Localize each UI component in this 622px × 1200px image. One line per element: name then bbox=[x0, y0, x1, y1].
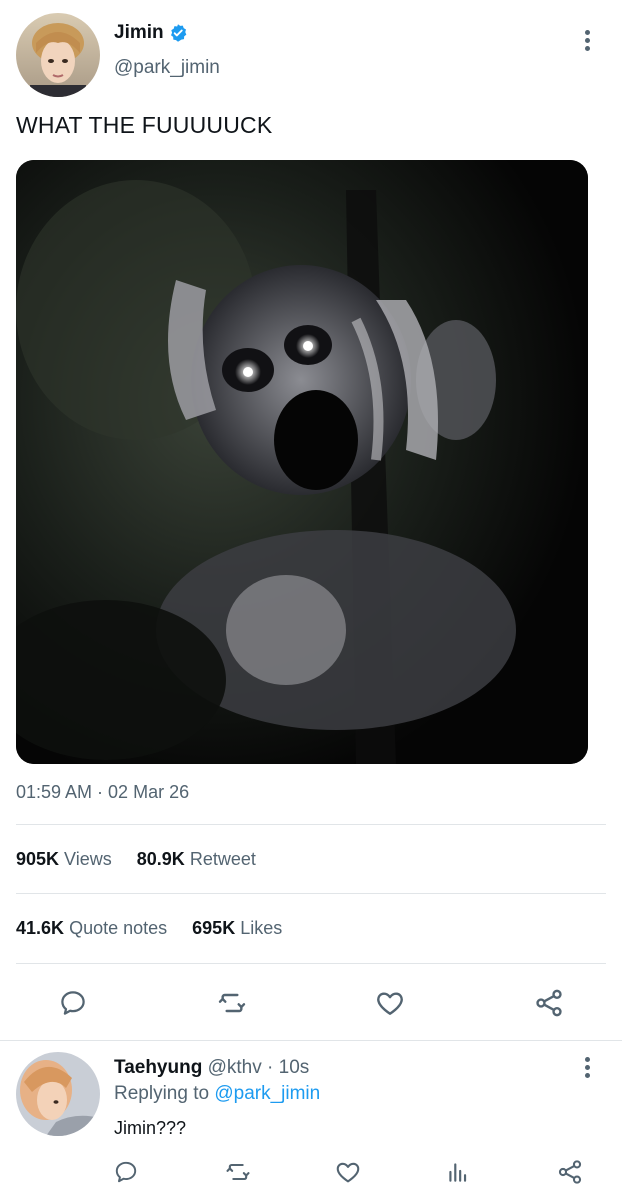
divider bbox=[16, 824, 606, 825]
divider bbox=[16, 893, 606, 894]
reply-share-button[interactable] bbox=[552, 1154, 588, 1190]
quotes-stat[interactable]: 41.6K Quote notes bbox=[16, 918, 167, 939]
share-button[interactable] bbox=[531, 985, 567, 1021]
speech-bubble-icon bbox=[61, 991, 85, 1015]
reply-like-button[interactable] bbox=[330, 1154, 366, 1190]
share-icon bbox=[536, 989, 562, 1017]
divider bbox=[16, 963, 606, 964]
reply-author-name[interactable]: Taehyung bbox=[114, 1057, 202, 1078]
verified-badge-icon bbox=[168, 23, 188, 43]
views-stat[interactable]: 905K Views bbox=[16, 849, 112, 870]
reply-header: Taehyung @kthv · 10s bbox=[114, 1057, 309, 1079]
likes-stat[interactable]: 695K Likes bbox=[192, 918, 282, 939]
replying-to: Replying to @park_jimin bbox=[114, 1083, 321, 1104]
share-icon bbox=[558, 1160, 582, 1184]
retweet-icon bbox=[226, 1163, 250, 1181]
reply-retweet-button[interactable] bbox=[220, 1154, 256, 1190]
reply-author-avatar[interactable] bbox=[16, 1052, 100, 1136]
like-button[interactable] bbox=[372, 985, 408, 1021]
more-vertical-icon[interactable] bbox=[585, 1057, 591, 1081]
reply-time[interactable]: · 10s bbox=[267, 1057, 309, 1078]
author-name[interactable]: Jimin bbox=[114, 22, 164, 44]
tweet-text: WHAT THE FUUUUUCK bbox=[16, 112, 273, 138]
tweet-media-image[interactable] bbox=[16, 160, 588, 764]
replying-to-handle[interactable]: @park_jimin bbox=[214, 1083, 320, 1104]
retweet-button[interactable] bbox=[214, 985, 250, 1021]
heart-icon bbox=[336, 1162, 360, 1183]
reply-analytics-button[interactable] bbox=[440, 1154, 476, 1190]
reply-button[interactable] bbox=[55, 985, 91, 1021]
reply-reply-button[interactable] bbox=[108, 1154, 144, 1190]
retweets-stat[interactable]: 80.9K Retweet bbox=[137, 849, 256, 870]
speech-bubble-icon bbox=[115, 1161, 137, 1183]
author-avatar[interactable] bbox=[16, 13, 100, 97]
bar-chart-icon bbox=[449, 1163, 467, 1182]
stats-row-1: 905K Views 80.9K Retweet bbox=[16, 849, 276, 870]
stats-row-2: 41.6K Quote notes 695K Likes bbox=[16, 918, 302, 939]
author-name-row: Jimin bbox=[114, 22, 188, 44]
author-handle[interactable]: @park_jimin bbox=[114, 57, 220, 79]
tweet-timestamp[interactable]: 01:59 AM · 02 Mar 26 bbox=[16, 782, 189, 803]
reply-author-handle[interactable]: @kthv bbox=[208, 1057, 262, 1078]
reply-text: Jimin??? bbox=[114, 1118, 187, 1138]
retweet-icon bbox=[218, 993, 246, 1013]
divider bbox=[0, 1040, 622, 1041]
more-vertical-icon[interactable] bbox=[585, 30, 591, 54]
heart-icon bbox=[377, 992, 403, 1015]
